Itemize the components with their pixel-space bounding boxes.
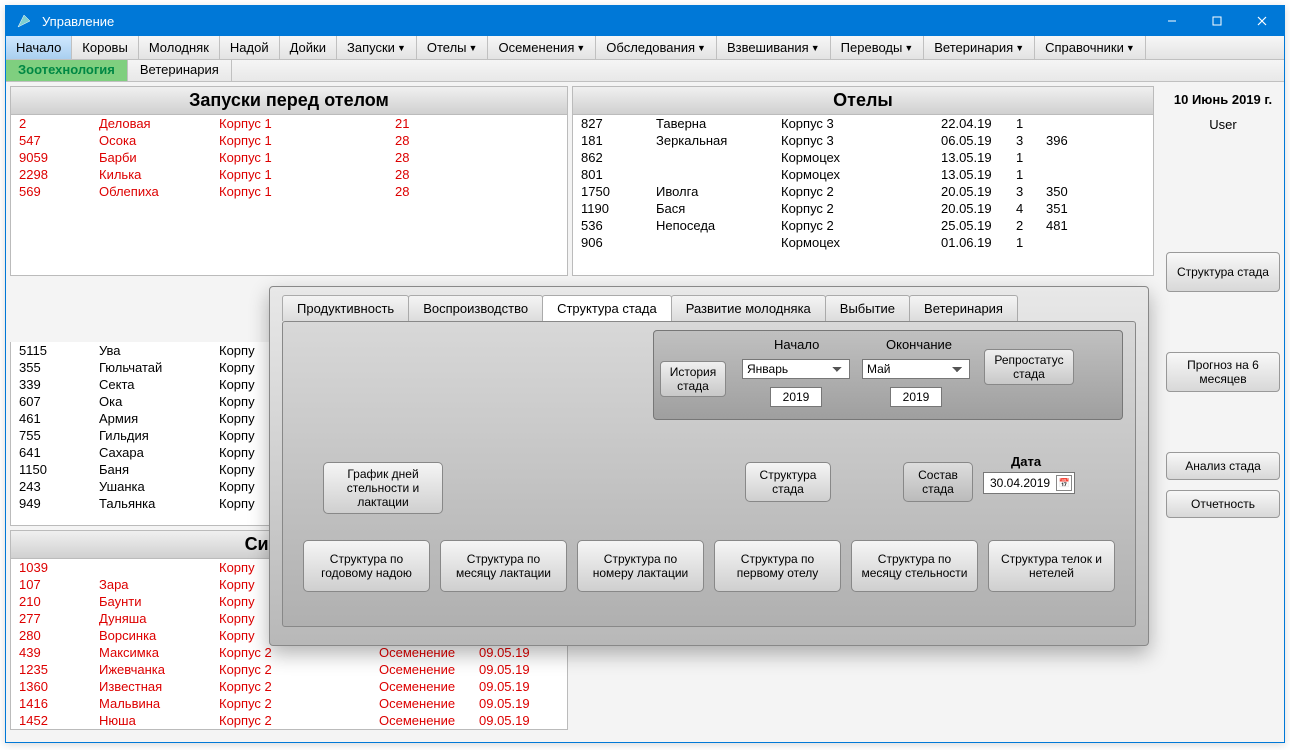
table-row[interactable]: 801Кормоцех13.05.191 [573, 166, 1153, 183]
table-row[interactable]: 2ДеловаяКорпус 121 [11, 115, 567, 132]
chevron-down-icon: ▼ [1015, 43, 1024, 53]
btn-herd-history[interactable]: История стада [660, 361, 726, 397]
period-box: История стада Начало Окончание Январь Ма… [653, 330, 1123, 420]
right-sidebar: 10 Июнь 2019 г. User Структура стада Про… [1162, 82, 1284, 742]
minimize-button[interactable] [1149, 6, 1194, 36]
chevron-down-icon: ▼ [469, 43, 478, 53]
dialog-tab[interactable]: Ветеринария [909, 295, 1018, 321]
btn-forecast[interactable]: Прогноз на 6 месяцев [1166, 352, 1280, 392]
menu-item[interactable]: Отелы▼ [417, 36, 489, 59]
menu-item[interactable]: Осеменения▼ [488, 36, 596, 59]
menubar: НачалоКоровыМолоднякНадойДойкиЗапуски▼От… [6, 36, 1284, 60]
table-row[interactable]: 1452НюшаКорпус 2Осеменение09.05.19 [11, 712, 567, 729]
window-controls [1149, 6, 1284, 36]
table-row[interactable]: 547ОсокаКорпус 128 [11, 132, 567, 149]
structure-button[interactable]: Структура по первому отелу [714, 540, 841, 592]
label-date: Дата [1011, 454, 1041, 469]
date-picker[interactable]: 30.04.2019 📅 [983, 472, 1075, 494]
btn-herd-structure[interactable]: Структура стада [745, 462, 831, 502]
chevron-down-icon: ▼ [576, 43, 585, 53]
structure-button[interactable]: Структура по годовому надою [303, 540, 430, 592]
table-row[interactable]: 1750ИволгаКорпус 220.05.193350 [573, 183, 1153, 200]
btn-reporting[interactable]: Отчетность [1166, 490, 1280, 518]
dialog-body: История стада Начало Окончание Январь Ма… [282, 321, 1136, 627]
label-start: Начало [774, 337, 819, 352]
table-row[interactable]: 827ТавернаКорпус 322.04.191 [573, 115, 1153, 132]
input-start-year[interactable] [770, 387, 822, 407]
chevron-down-icon: ▼ [397, 43, 406, 53]
panel-otely: Отелы 827ТавернаКорпус 322.04.191181Зерк… [572, 86, 1154, 276]
app-window: Управление НачалоКоровыМолоднякНадойДойк… [5, 5, 1285, 743]
label-end: Окончание [886, 337, 952, 352]
menu-item[interactable]: Взвешивания▼ [717, 36, 831, 59]
menu-item[interactable]: Ветеринария▼ [924, 36, 1035, 59]
table-row[interactable]: 536НепоседаКорпус 225.05.192481 [573, 217, 1153, 234]
dialog-tabs: ПродуктивностьВоспроизводствоСтруктура с… [270, 287, 1148, 321]
menu-item[interactable]: Переводы▼ [831, 36, 925, 59]
panel-scroll[interactable]: 2ДеловаяКорпус 121547ОсокаКорпус 1289059… [11, 115, 567, 275]
table-row[interactable]: 569ОблепихаКорпус 128 [11, 183, 567, 200]
structure-button[interactable]: Структура по номеру лактации [577, 540, 704, 592]
date-value: 30.04.2019 [990, 476, 1050, 490]
dialog-tab[interactable]: Воспроизводство [408, 295, 543, 321]
btn-reprostatus[interactable]: Репростатус стада [984, 349, 1074, 385]
menu-item[interactable]: Начало [6, 36, 72, 59]
titlebar[interactable]: Управление [6, 6, 1284, 36]
submenu-item[interactable]: Ветеринария [128, 60, 232, 81]
btn-herd-analysis[interactable]: Анализ стада [1166, 452, 1280, 480]
content-area: Запуски перед отелом 2ДеловаяКорпус 1215… [6, 82, 1284, 742]
menu-item[interactable]: Коровы [72, 36, 139, 59]
calendar-icon[interactable]: 📅 [1056, 475, 1072, 491]
chevron-down-icon: ▼ [811, 43, 820, 53]
menu-item[interactable]: Дойки [280, 36, 337, 59]
table-row[interactable]: 906Кормоцех01.06.191 [573, 234, 1153, 251]
panel-title: Запуски перед отелом [11, 87, 567, 115]
current-user: User [1166, 117, 1280, 132]
chevron-down-icon: ▼ [904, 43, 913, 53]
close-button[interactable] [1239, 6, 1284, 36]
panel-title: Отелы [573, 87, 1153, 115]
table-row[interactable]: 1360ИзвестнаяКорпус 2Осеменение09.05.19 [11, 678, 567, 695]
chevron-down-icon: ▼ [697, 43, 706, 53]
table-row[interactable]: 862Кормоцех13.05.191 [573, 149, 1153, 166]
menu-item[interactable]: Запуски▼ [337, 36, 417, 59]
structure-button[interactable]: Структура по месяцу лактации [440, 540, 567, 592]
maximize-button[interactable] [1194, 6, 1239, 36]
panel-zapuski: Запуски перед отелом 2ДеловаяКорпус 1215… [10, 86, 568, 276]
panel-scroll[interactable]: 827ТавернаКорпус 322.04.191181Зеркальная… [573, 115, 1153, 275]
structure-button[interactable]: Структура телок и нетелей [988, 540, 1115, 592]
dialog-tab[interactable]: Структура стада [542, 295, 672, 321]
table-row[interactable]: 439МаксимкаКорпус 2Осеменение09.05.19 [11, 644, 567, 661]
current-date: 10 Июнь 2019 г. [1166, 92, 1280, 107]
table-row[interactable]: 1235ИжевчанкаКорпус 2Осеменение09.05.19 [11, 661, 567, 678]
btn-herd-composition[interactable]: Состав стада [903, 462, 973, 502]
submenu-item[interactable]: Зоотехнология [6, 60, 128, 81]
btn-pregnancy-lactation-chart[interactable]: График дней стельности и лактации [323, 462, 443, 514]
window-title: Управление [42, 14, 1149, 29]
table-row[interactable]: 181ЗеркальнаяКорпус 306.05.193396 [573, 132, 1153, 149]
menu-item[interactable]: Справочники▼ [1035, 36, 1146, 59]
menu-item[interactable]: Молодняк [139, 36, 220, 59]
input-end-year[interactable] [890, 387, 942, 407]
table-row[interactable]: 1416МальвинаКорпус 2Осеменение09.05.19 [11, 695, 567, 712]
table-row[interactable]: 9059БарбиКорпус 128 [11, 149, 567, 166]
menu-item[interactable]: Надой [220, 36, 280, 59]
analysis-dialog: ПродуктивностьВоспроизводствоСтруктура с… [269, 286, 1149, 646]
dialog-tab[interactable]: Развитие молодняка [671, 295, 826, 321]
select-end-month[interactable]: Май [862, 359, 970, 379]
app-icon [12, 9, 36, 33]
dialog-tab[interactable]: Продуктивность [282, 295, 409, 321]
chevron-down-icon: ▼ [1126, 43, 1135, 53]
btn-herd-structure[interactable]: Структура стада [1166, 252, 1280, 292]
menu-item[interactable]: Обследования▼ [596, 36, 717, 59]
select-start-month[interactable]: Январь [742, 359, 850, 379]
table-row[interactable]: 2298КилькаКорпус 128 [11, 166, 567, 183]
table-row[interactable]: 1190БасяКорпус 220.05.194351 [573, 200, 1153, 217]
dialog-tab[interactable]: Выбытие [825, 295, 910, 321]
sub-menubar: ЗоотехнологияВетеринария [6, 60, 1284, 82]
structure-button[interactable]: Структура по месяцу стельности [851, 540, 978, 592]
